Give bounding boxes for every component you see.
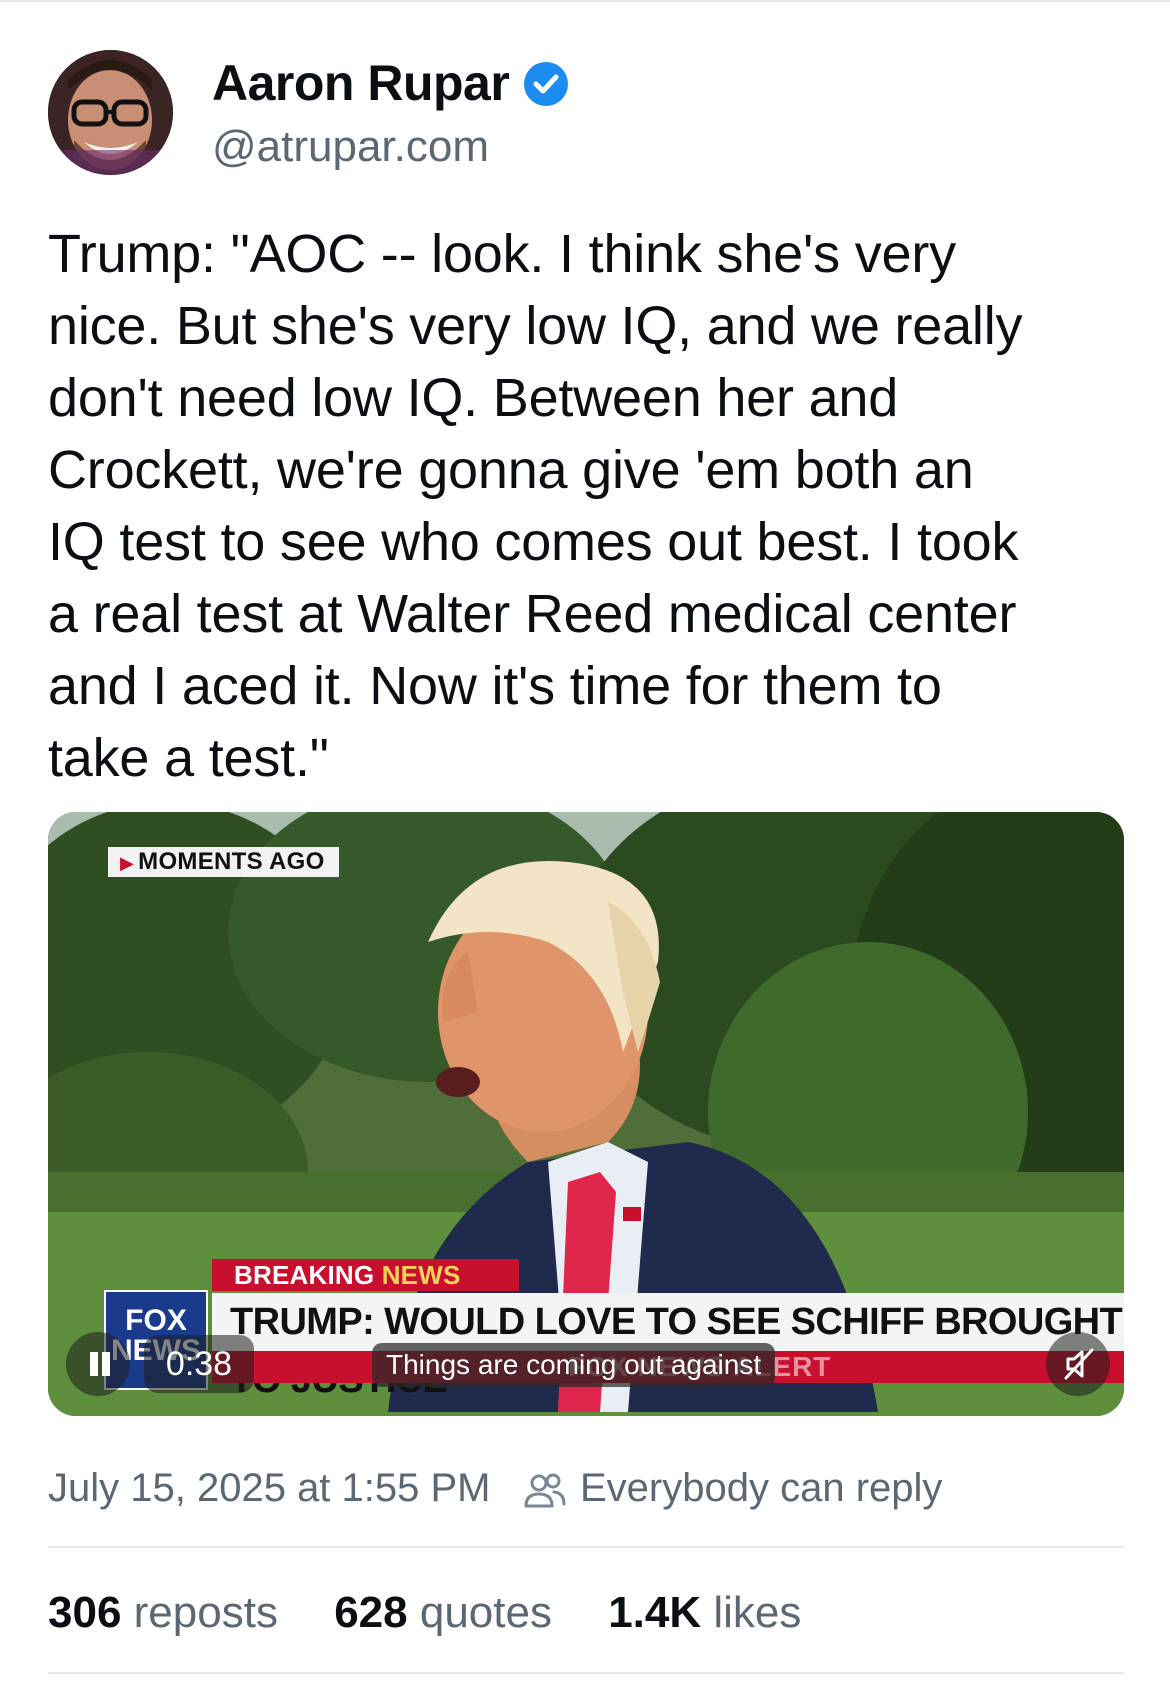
avatar-image [48, 50, 173, 175]
video-timestamp: 0:38 [144, 1335, 254, 1393]
muted-speaker-icon [1064, 1348, 1094, 1380]
people-icon [524, 1473, 566, 1508]
top-divider [0, 0, 1170, 2]
author-handle[interactable]: @atrupar.com [212, 122, 489, 172]
breaking-news-label: BREAKING NEWS [212, 1259, 519, 1291]
video-player[interactable]: ▶ MOMENTS AGO BREAKING NEWS TRUMP: WOULD … [48, 812, 1124, 1416]
likes-stat[interactable]: 1.4K likes [608, 1588, 801, 1637]
engagement-stats: 306 reposts 628 quotes 1.4K likes [48, 1588, 845, 1638]
pause-button[interactable] [66, 1332, 130, 1396]
moments-ago-tag: ▶ MOMENTS AGO [108, 847, 339, 877]
mute-button[interactable] [1046, 1332, 1110, 1396]
video-caption: Things are coming out against [372, 1343, 776, 1387]
reposts-stat[interactable]: 306 reposts [48, 1588, 278, 1637]
post-timestamp[interactable]: July 15, 2025 at 1:55 PM [48, 1466, 491, 1511]
divider [48, 1546, 1124, 1548]
author-display-name[interactable]: Aaron Rupar [212, 54, 510, 112]
reply-setting[interactable]: Everybody can reply [580, 1466, 942, 1511]
divider [48, 1672, 1124, 1674]
verified-badge-icon [524, 62, 568, 106]
quotes-stat[interactable]: 628 quotes [334, 1588, 552, 1637]
avatar[interactable] [48, 50, 173, 175]
post-text: Trump: "AOC -- look. I think she's very … [48, 224, 1023, 788]
